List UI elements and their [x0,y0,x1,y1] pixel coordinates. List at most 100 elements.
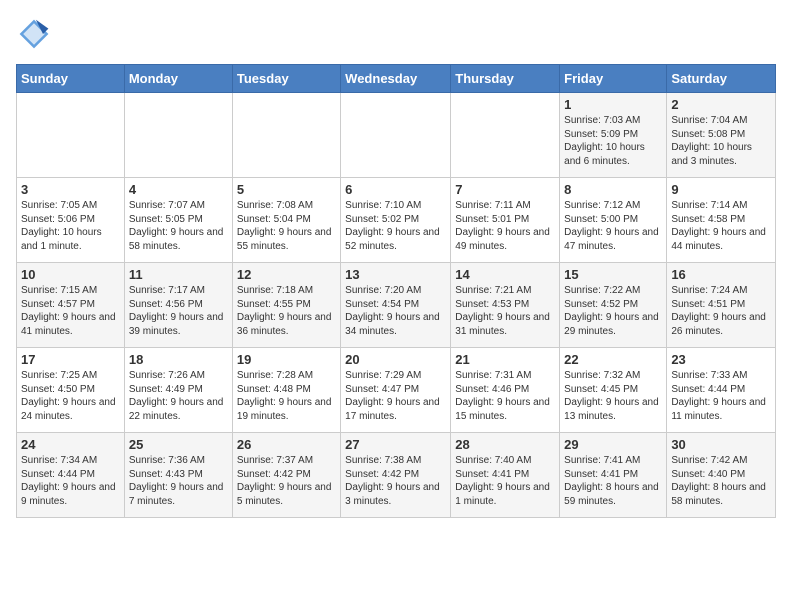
day-number: 20 [345,352,446,367]
calendar-cell-4-2: 18 Sunrise: 7:26 AM Sunset: 4:49 PM Dayli… [124,348,232,433]
day-number: 15 [564,267,662,282]
day-number: 23 [671,352,771,367]
calendar-cell-3-2: 11 Sunrise: 7:17 AM Sunset: 4:56 PM Dayli… [124,263,232,348]
weekday-header-sunday: Sunday [17,65,125,93]
page-header [16,16,776,52]
day-number: 19 [237,352,336,367]
calendar-cell-3-5: 14 Sunrise: 7:21 AM Sunset: 4:53 PM Dayli… [451,263,560,348]
day-info: Sunrise: 7:14 AM Sunset: 4:58 PM Dayligh… [671,199,771,253]
day-number: 1 [564,97,662,112]
calendar-cell-2-3: 5 Sunrise: 7:08 AM Sunset: 5:04 PM Daylig… [232,178,340,263]
day-info: Sunrise: 7:40 AM Sunset: 4:41 PM Dayligh… [455,454,555,508]
day-info: Sunrise: 7:22 AM Sunset: 4:52 PM Dayligh… [564,284,662,338]
day-number: 29 [564,437,662,452]
calendar-cell-1-3 [232,93,340,178]
day-number: 8 [564,182,662,197]
calendar-cell-2-1: 3 Sunrise: 7:05 AM Sunset: 5:06 PM Daylig… [17,178,125,263]
calendar-cell-5-6: 29 Sunrise: 7:41 AM Sunset: 4:41 PM Dayli… [560,433,667,518]
day-info: Sunrise: 7:15 AM Sunset: 4:57 PM Dayligh… [21,284,120,338]
day-number: 3 [21,182,120,197]
day-info: Sunrise: 7:17 AM Sunset: 4:56 PM Dayligh… [129,284,228,338]
day-info: Sunrise: 7:33 AM Sunset: 4:44 PM Dayligh… [671,369,771,423]
day-number: 27 [345,437,446,452]
day-info: Sunrise: 7:29 AM Sunset: 4:47 PM Dayligh… [345,369,446,423]
weekday-header-monday: Monday [124,65,232,93]
calendar-cell-1-5 [451,93,560,178]
calendar-cell-3-3: 12 Sunrise: 7:18 AM Sunset: 4:55 PM Dayli… [232,263,340,348]
day-info: Sunrise: 7:34 AM Sunset: 4:44 PM Dayligh… [21,454,120,508]
day-number: 4 [129,182,228,197]
day-info: Sunrise: 7:38 AM Sunset: 4:42 PM Dayligh… [345,454,446,508]
day-info: Sunrise: 7:24 AM Sunset: 4:51 PM Dayligh… [671,284,771,338]
calendar-cell-1-1 [17,93,125,178]
day-number: 6 [345,182,446,197]
calendar-cell-2-5: 7 Sunrise: 7:11 AM Sunset: 5:01 PM Daylig… [451,178,560,263]
calendar-cell-1-4 [341,93,451,178]
weekday-header-tuesday: Tuesday [232,65,340,93]
day-info: Sunrise: 7:41 AM Sunset: 4:41 PM Dayligh… [564,454,662,508]
weekday-header-wednesday: Wednesday [341,65,451,93]
calendar-cell-3-1: 10 Sunrise: 7:15 AM Sunset: 4:57 PM Dayli… [17,263,125,348]
day-info: Sunrise: 7:25 AM Sunset: 4:50 PM Dayligh… [21,369,120,423]
day-info: Sunrise: 7:37 AM Sunset: 4:42 PM Dayligh… [237,454,336,508]
day-number: 9 [671,182,771,197]
day-number: 18 [129,352,228,367]
day-info: Sunrise: 7:05 AM Sunset: 5:06 PM Dayligh… [21,199,120,253]
day-number: 26 [237,437,336,452]
day-info: Sunrise: 7:26 AM Sunset: 4:49 PM Dayligh… [129,369,228,423]
day-number: 14 [455,267,555,282]
logo-icon [16,16,52,52]
calendar-cell-3-6: 15 Sunrise: 7:22 AM Sunset: 4:52 PM Dayli… [560,263,667,348]
calendar-cell-5-5: 28 Sunrise: 7:40 AM Sunset: 4:41 PM Dayli… [451,433,560,518]
calendar-cell-5-2: 25 Sunrise: 7:36 AM Sunset: 4:43 PM Dayli… [124,433,232,518]
day-info: Sunrise: 7:08 AM Sunset: 5:04 PM Dayligh… [237,199,336,253]
day-info: Sunrise: 7:36 AM Sunset: 4:43 PM Dayligh… [129,454,228,508]
day-info: Sunrise: 7:31 AM Sunset: 4:46 PM Dayligh… [455,369,555,423]
day-info: Sunrise: 7:07 AM Sunset: 5:05 PM Dayligh… [129,199,228,253]
day-number: 30 [671,437,771,452]
day-info: Sunrise: 7:04 AM Sunset: 5:08 PM Dayligh… [671,114,771,168]
day-number: 17 [21,352,120,367]
day-info: Sunrise: 7:42 AM Sunset: 4:40 PM Dayligh… [671,454,771,508]
calendar-cell-3-7: 16 Sunrise: 7:24 AM Sunset: 4:51 PM Dayli… [667,263,776,348]
calendar-cell-5-7: 30 Sunrise: 7:42 AM Sunset: 4:40 PM Dayli… [667,433,776,518]
weekday-header-thursday: Thursday [451,65,560,93]
day-number: 28 [455,437,555,452]
day-info: Sunrise: 7:32 AM Sunset: 4:45 PM Dayligh… [564,369,662,423]
calendar-cell-2-7: 9 Sunrise: 7:14 AM Sunset: 4:58 PM Daylig… [667,178,776,263]
day-info: Sunrise: 7:21 AM Sunset: 4:53 PM Dayligh… [455,284,555,338]
calendar-cell-2-6: 8 Sunrise: 7:12 AM Sunset: 5:00 PM Daylig… [560,178,667,263]
day-number: 25 [129,437,228,452]
calendar-cell-2-2: 4 Sunrise: 7:07 AM Sunset: 5:05 PM Daylig… [124,178,232,263]
calendar-cell-4-6: 22 Sunrise: 7:32 AM Sunset: 4:45 PM Dayli… [560,348,667,433]
day-info: Sunrise: 7:03 AM Sunset: 5:09 PM Dayligh… [564,114,662,168]
day-number: 22 [564,352,662,367]
day-number: 10 [21,267,120,282]
calendar-cell-4-3: 19 Sunrise: 7:28 AM Sunset: 4:48 PM Dayli… [232,348,340,433]
weekday-header-friday: Friday [560,65,667,93]
day-number: 11 [129,267,228,282]
weekday-header-saturday: Saturday [667,65,776,93]
day-number: 16 [671,267,771,282]
calendar-table: SundayMondayTuesdayWednesdayThursdayFrid… [16,64,776,518]
day-info: Sunrise: 7:11 AM Sunset: 5:01 PM Dayligh… [455,199,555,253]
day-number: 7 [455,182,555,197]
calendar-cell-1-6: 1 Sunrise: 7:03 AM Sunset: 5:09 PM Daylig… [560,93,667,178]
day-info: Sunrise: 7:10 AM Sunset: 5:02 PM Dayligh… [345,199,446,253]
calendar-cell-4-4: 20 Sunrise: 7:29 AM Sunset: 4:47 PM Dayli… [341,348,451,433]
calendar-cell-1-7: 2 Sunrise: 7:04 AM Sunset: 5:08 PM Daylig… [667,93,776,178]
day-number: 5 [237,182,336,197]
calendar-cell-4-5: 21Sunrise: 7:31 AM Sunset: 4:46 PM Dayli… [451,348,560,433]
day-info: Sunrise: 7:20 AM Sunset: 4:54 PM Dayligh… [345,284,446,338]
day-info: Sunrise: 7:18 AM Sunset: 4:55 PM Dayligh… [237,284,336,338]
day-number: 2 [671,97,771,112]
calendar-cell-4-1: 17 Sunrise: 7:25 AM Sunset: 4:50 PM Dayli… [17,348,125,433]
calendar-cell-5-3: 26 Sunrise: 7:37 AM Sunset: 4:42 PM Dayli… [232,433,340,518]
calendar-cell-3-4: 13 Sunrise: 7:20 AM Sunset: 4:54 PM Dayli… [341,263,451,348]
day-number: 13 [345,267,446,282]
calendar-cell-5-4: 27 Sunrise: 7:38 AM Sunset: 4:42 PM Dayli… [341,433,451,518]
day-info: Sunrise: 7:12 AM Sunset: 5:00 PM Dayligh… [564,199,662,253]
calendar-cell-1-2 [124,93,232,178]
day-number: 12 [237,267,336,282]
day-info: Sunrise: 7:28 AM Sunset: 4:48 PM Dayligh… [237,369,336,423]
